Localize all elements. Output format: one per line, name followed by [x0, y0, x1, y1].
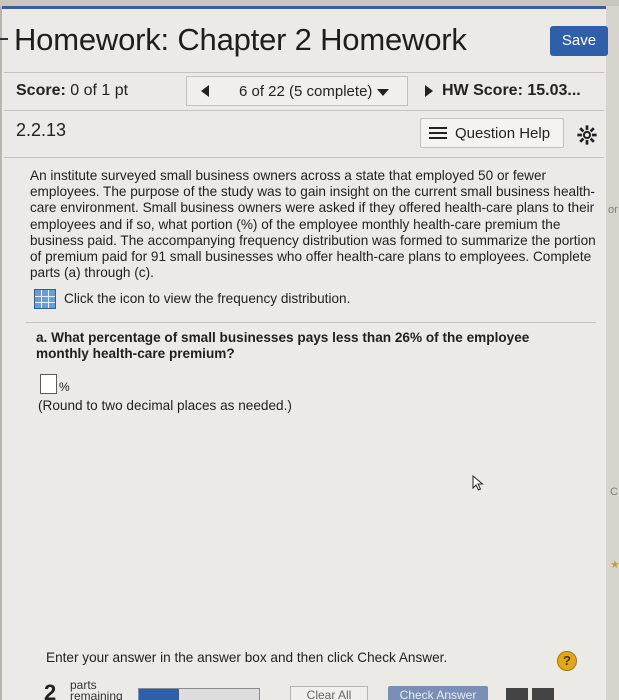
score-label: Score:	[16, 82, 66, 99]
question-header: 2.2.13 Question Help	[0, 114, 604, 156]
table-icon[interactable]	[34, 289, 56, 309]
clear-all-button[interactable]: Clear All	[290, 686, 368, 700]
question-help-label: Question Help	[455, 125, 551, 142]
next-page-button[interactable]	[532, 688, 554, 700]
score-bar: Score: 0 of 1 pt 6 of 22 (5 complete) HW…	[0, 74, 604, 108]
page-title: Homework: Chapter 2 Homework	[14, 22, 467, 57]
parts-label-line-2: remaining	[70, 689, 123, 700]
score-display: Score: 0 of 1 pt	[16, 82, 128, 100]
hw-score-display: HW Score: 15.03...	[442, 82, 581, 100]
mouse-cursor-icon	[472, 475, 484, 491]
question-number: 2.2.13	[16, 120, 67, 140]
edge-text-middle: C	[610, 486, 618, 498]
question-list-dropdown-icon[interactable]	[377, 89, 389, 96]
title-bar: Homework: Chapter 2 Homework Save	[0, 14, 608, 70]
check-answer-button[interactable]: Check Answer	[388, 686, 488, 700]
list-icon	[429, 127, 447, 140]
answer-instruction: Enter your answer in the answer box and …	[46, 650, 448, 665]
title-dash	[0, 38, 8, 40]
title-divider	[4, 72, 604, 73]
percent-unit: %	[59, 380, 70, 394]
edge-star-icon: ★	[610, 559, 619, 571]
parts-remaining-label: parts remaining	[70, 679, 123, 700]
help-hint-icon[interactable]: ?	[557, 651, 577, 671]
question-position[interactable]: 6 of 22 (5 complete)	[239, 83, 372, 100]
previous-page-button[interactable]	[506, 688, 528, 700]
score-value: 0 of 1 pt	[70, 82, 129, 99]
parts-progress-bar	[138, 688, 260, 700]
answer-row: %	[40, 374, 240, 398]
part-a-question: a. What percentage of small businesses p…	[36, 330, 530, 361]
parts-remaining-count: 2	[44, 680, 57, 700]
previous-question-icon[interactable]	[201, 85, 209, 97]
score-divider	[4, 110, 604, 111]
rounding-note: (Round to two decimal places as needed.)	[38, 398, 292, 413]
part-divider	[26, 322, 596, 323]
edge-text-top: or	[608, 204, 618, 216]
frequency-distribution-link[interactable]: Click the icon to view the frequency dis…	[34, 289, 434, 309]
frequency-distribution-label[interactable]: Click the icon to view the frequency dis…	[64, 291, 350, 306]
answer-input[interactable]	[40, 374, 57, 394]
save-button[interactable]: Save	[550, 26, 608, 56]
question-navigator[interactable]: 6 of 22 (5 complete)	[186, 76, 408, 106]
progress-fill	[139, 689, 179, 700]
question-text: An institute surveyed small business own…	[30, 168, 596, 281]
question-help-button[interactable]: Question Help	[420, 118, 564, 148]
question-divider	[4, 157, 604, 158]
adjacent-window-edge: or C ★	[606, 6, 619, 700]
hw-score-label: HW Score:	[442, 82, 523, 99]
bottom-toolbar: 2 parts remaining Clear All Check Answer	[0, 676, 604, 700]
gear-icon[interactable]	[576, 124, 598, 146]
hw-score-value: 15.03...	[527, 82, 581, 99]
next-question-icon[interactable]	[425, 85, 433, 97]
